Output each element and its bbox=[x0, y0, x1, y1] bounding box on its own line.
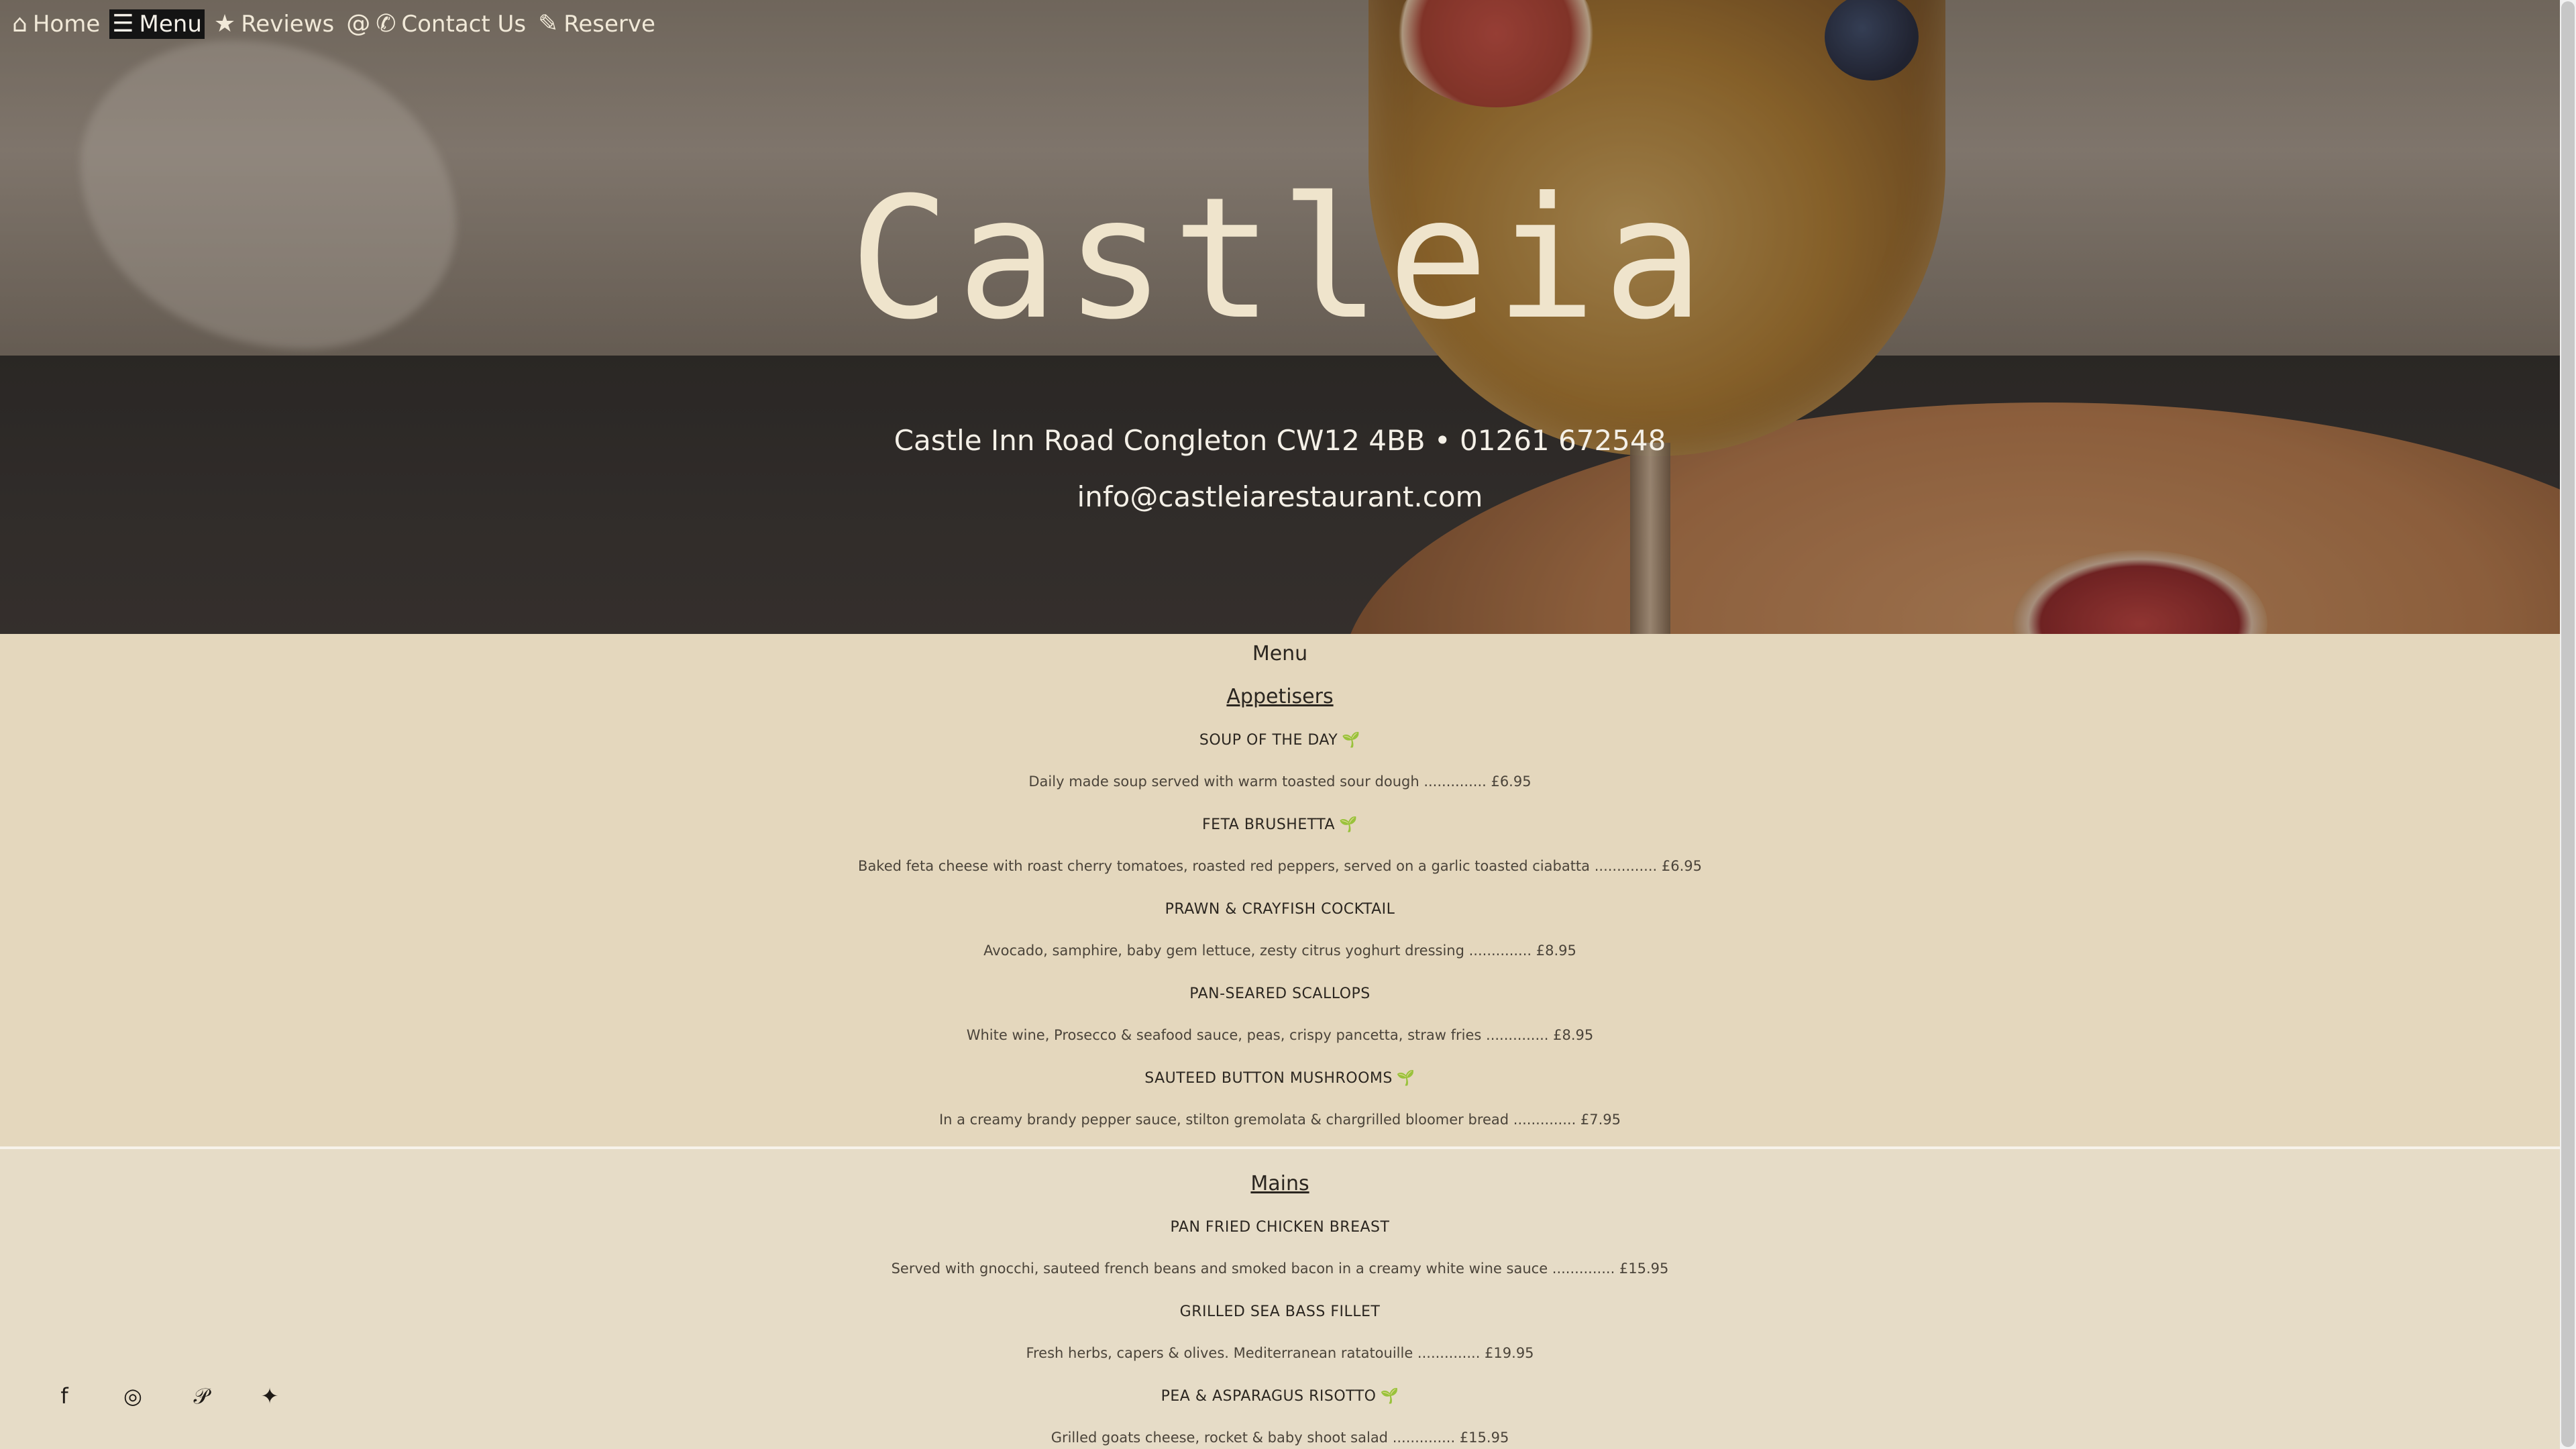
home-icon: ⌂ bbox=[12, 10, 28, 38]
brand-title: Castleia bbox=[849, 161, 1711, 356]
nav-item-home[interactable]: ⌂ Home bbox=[9, 9, 103, 39]
dish-description: Fresh herbs, capers & olives. Mediterran… bbox=[1026, 1345, 1534, 1361]
phone-icon: ✆ bbox=[376, 10, 396, 38]
dish-description: White wine, Prosecco & seafood sauce, pe… bbox=[966, 1027, 1594, 1043]
dish-name: PAN-SEARED SCALLOPS bbox=[0, 985, 2560, 1002]
dish-title: SAUTEED BUTTON MUSHROOMS bbox=[1144, 1070, 1393, 1087]
nav-item-reviews[interactable]: ★ Reviews bbox=[211, 9, 337, 39]
edit-icon: ✎ bbox=[538, 10, 559, 38]
instagram-icon[interactable]: ◎ bbox=[122, 1383, 144, 1409]
vegetarian-icon: 🌱 bbox=[1339, 816, 1358, 833]
section-heading-appetisers: Appetisers bbox=[1226, 685, 1334, 708]
vegetarian-icon: 🌱 bbox=[1342, 732, 1361, 749]
facebook-icon[interactable]: f bbox=[54, 1383, 75, 1409]
nav-label-reserve: Reserve bbox=[564, 11, 655, 38]
dish-title: PEA & ASPARAGUS RISOTTO bbox=[1161, 1388, 1377, 1405]
dish-title: PAN-SEARED SCALLOPS bbox=[1189, 985, 1371, 1002]
nav-label-contact: Contact Us bbox=[401, 11, 527, 38]
dish-title: SOUP OF THE DAY bbox=[1199, 732, 1338, 749]
at-icon: @ bbox=[346, 10, 371, 38]
email-link[interactable]: info@castleiarestaurant.com bbox=[0, 480, 2560, 513]
dish-name: SOUP OF THE DAY 🌱 bbox=[0, 732, 2560, 749]
nav-item-contact[interactable]: @ ✆ Contact Us bbox=[343, 9, 529, 39]
nav-item-menu[interactable]: ☰ Menu bbox=[109, 9, 205, 39]
scrollbar-thumb[interactable] bbox=[2561, 1, 2575, 1447]
menu-section: Menu Appetisers SOUP OF THE DAY 🌱 Daily m… bbox=[0, 634, 2560, 1449]
dish-name: PRAWN & CRAYFISH COCKTAIL bbox=[0, 901, 2560, 918]
section-heading-mains: Mains bbox=[1250, 1172, 1309, 1195]
vegetarian-icon: 🌱 bbox=[1380, 1388, 1399, 1405]
menu-title: Menu bbox=[1252, 642, 1308, 665]
vegetarian-icon: 🌱 bbox=[1396, 1070, 1415, 1087]
dish-name: PEA & ASPARAGUS RISOTTO 🌱 bbox=[0, 1388, 2560, 1405]
twitter-icon[interactable]: ✦ bbox=[259, 1383, 280, 1409]
menu-card-icon: ☰ bbox=[112, 10, 134, 38]
dish-title: GRILLED SEA BASS FILLET bbox=[1179, 1303, 1381, 1320]
nav-item-reserve[interactable]: ✎ Reserve bbox=[535, 9, 658, 39]
dish-description: In a creamy brandy pepper sauce, stilton… bbox=[938, 1112, 1621, 1128]
dish-title: FETA BRUSHETTA bbox=[1202, 816, 1336, 833]
nav-label-menu: Menu bbox=[139, 11, 202, 38]
dish-description: Baked feta cheese with roast cherry toma… bbox=[858, 858, 1702, 874]
dish-name: GRILLED SEA BASS FILLET bbox=[0, 1303, 2560, 1320]
star-icon: ★ bbox=[213, 10, 236, 38]
top-nav: ⌂ Home ☰ Menu ★ Reviews @ ✆ Contact Us ✎… bbox=[9, 9, 658, 39]
social-links: f ◎ 𝒫 ✦ bbox=[54, 1383, 280, 1409]
dish-name: SAUTEED BUTTON MUSHROOMS 🌱 bbox=[0, 1070, 2560, 1087]
dish-title: PAN FRIED CHICKEN BREAST bbox=[1170, 1219, 1390, 1236]
address-line: Castle Inn Road Congleton CW12 4BB • 012… bbox=[894, 424, 1666, 457]
nav-label-reviews: Reviews bbox=[241, 11, 335, 38]
nav-label-home: Home bbox=[32, 11, 101, 38]
dish-title: PRAWN & CRAYFISH COCKTAIL bbox=[1165, 901, 1395, 918]
pinterest-icon[interactable]: 𝒫 bbox=[191, 1383, 212, 1409]
dish-name: PAN FRIED CHICKEN BREAST bbox=[0, 1219, 2560, 1236]
dish-description: Served with gnocchi, sauteed french bean… bbox=[891, 1260, 1669, 1277]
dish-description: Avocado, samphire, baby gem lettuce, zes… bbox=[983, 943, 1576, 959]
dish-description: Daily made soup served with warm toasted… bbox=[1028, 773, 1532, 790]
dish-description: Grilled goats cheese, rocket & baby shoo… bbox=[1051, 1430, 1509, 1446]
dish-name: FETA BRUSHETTA 🌱 bbox=[0, 816, 2560, 833]
